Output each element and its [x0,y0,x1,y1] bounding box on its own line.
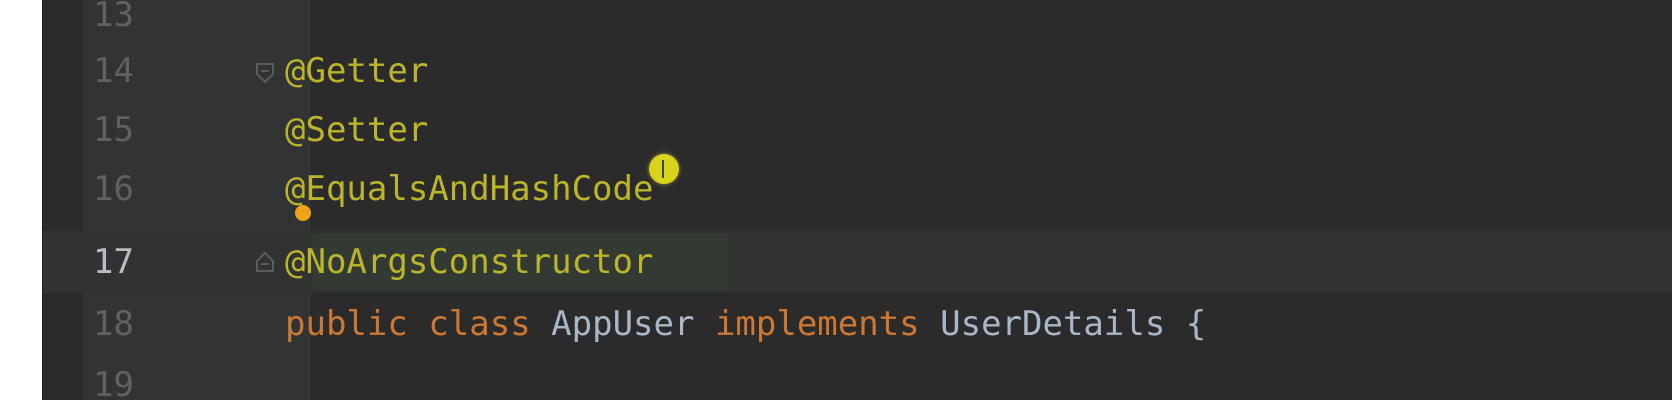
code-line-current[interactable]: 17 @NoArgsConstructor [43,231,1672,293]
open-brace: { [1185,304,1207,344]
code-text[interactable]: @Getter [285,40,428,102]
keyword-class: class [428,304,531,344]
line-number: 18 [93,304,134,344]
line-number: 15 [93,110,134,150]
keyword-public: public [285,304,408,344]
line-number: 14 [93,51,134,91]
fold-toggle-icon[interactable] [255,62,275,84]
code-line[interactable]: 19 [43,354,1672,400]
screenshot-frame: 13 14 @Getter 15 @Setter 16 @EqualsAndHa… [0,0,1672,400]
line-number: 19 [93,365,134,400]
code-line[interactable]: 14 @Getter [43,40,1672,102]
code-line[interactable]: 18 public class AppUser implements UserD… [43,293,1672,355]
fold-toggle-icon[interactable] [255,251,275,273]
code-line[interactable]: 16 @EqualsAndHashCode [43,158,1672,220]
line-number: 16 [93,169,134,209]
text-cursor-icon [649,154,679,184]
code-text[interactable]: @Setter [285,99,428,161]
code-text[interactable]: @EqualsAndHashCode [285,158,653,220]
lightbulb-icon[interactable] [295,205,311,221]
interface-name: UserDetails [940,304,1166,344]
code-text[interactable]: public class AppUser implements UserDeta… [285,293,1206,355]
line-number: 17 [93,242,134,282]
code-editor[interactable]: 13 14 @Getter 15 @Setter 16 @EqualsAndHa… [42,0,1672,400]
class-name: AppUser [551,304,695,344]
keyword-implements: implements [714,304,920,344]
code-text[interactable]: @NoArgsConstructor [285,231,653,293]
code-line[interactable]: 15 @Setter [43,99,1672,161]
